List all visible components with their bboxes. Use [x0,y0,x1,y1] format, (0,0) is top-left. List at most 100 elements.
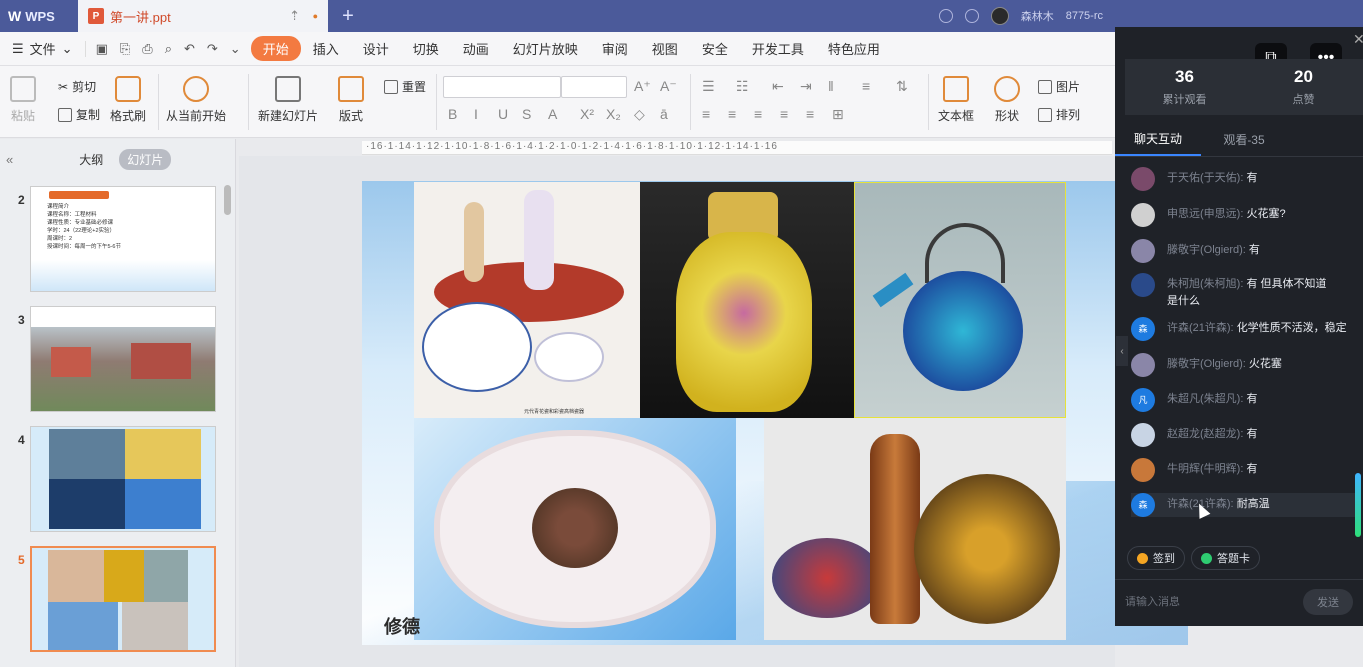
wps-home-tab[interactable]: W WPS [0,0,78,32]
layout-label: 版式 [338,109,363,123]
font-size-select[interactable] [561,76,627,98]
decrease-indent-icon[interactable]: ⇤ [772,78,784,95]
file-menu[interactable]: ☰ 文件 ⌄ [0,39,85,58]
tab-outline[interactable]: 大纲 [71,149,111,170]
slide-thumbnail-4[interactable] [30,426,216,532]
menu-tab-design[interactable]: 设计 [351,36,401,61]
menu-tab-view[interactable]: 视图 [640,36,690,61]
user-avatar[interactable] [990,7,1009,25]
print-preview-icon[interactable]: ⌕ [165,41,172,57]
slide-thumbnail-2[interactable]: 课程简介 课程名称：工程材料 课程性质：专业基础必修课 学时：24（22理论+2… [30,186,216,292]
new-slide-button[interactable]: 新建幻灯片 [258,76,318,124]
copy-label: 复制 [76,108,101,122]
layout-button[interactable]: 版式 [338,76,364,124]
columns-icon[interactable]: ‖ [828,78,834,94]
superscript-icon[interactable]: X² [580,106,594,122]
menu-tab-home[interactable]: 开始 [250,36,301,61]
align-text-icon[interactable]: ⊞ [832,106,844,123]
horizontal-ruler[interactable]: ·16·1·14·1·12·1·10·1·8·1·6·1·4·1·2·1·0·1… [362,141,1112,155]
align-left-icon[interactable]: ≡ [702,106,710,122]
strikethrough-icon[interactable]: S [522,106,531,122]
user-name[interactable]: 森林木 [1021,8,1054,24]
ppt-file-icon: P [88,8,104,24]
menu-tab-developer[interactable]: 开发工具 [740,36,816,61]
panel-collapse-handle[interactable]: ‹ [1116,336,1128,366]
save-icon[interactable]: ▣ [96,41,108,57]
arrange-button[interactable]: 排列 [1038,106,1080,123]
tab-viewers[interactable]: 观看-35 [1201,123,1287,156]
format-painter-button[interactable]: 格式刷 [110,76,146,124]
menu-tab-insert[interactable]: 插入 [301,36,351,61]
chat-scrollbar[interactable] [1355,473,1361,537]
message-text: 有 [1248,244,1260,256]
cut-button[interactable]: ✂ 剪切 [58,78,96,95]
thumb-title-strip [31,307,215,327]
avatar [1131,203,1155,227]
textbox-button[interactable]: 文本框 [938,76,974,124]
subscript-icon[interactable]: X₂ [606,106,621,122]
shape-button[interactable]: 形状 [994,76,1020,124]
reset-label: 重置 [402,80,427,94]
undo-icon[interactable]: ↶ [184,41,195,57]
reset-button[interactable]: 重置 [384,78,426,95]
export-icon[interactable]: ⎘ [120,41,130,57]
materials-image [49,479,125,529]
shirt-icon[interactable] [964,9,979,23]
print-icon[interactable]: ⎙ [142,41,152,57]
char-format-icon[interactable]: ā [660,106,668,122]
distribute-icon[interactable]: ≡ [806,106,814,122]
send-button[interactable]: 发送 [1303,588,1353,615]
document-tab[interactable]: P 第一讲.ppt ⇡ ● [78,0,328,32]
slides-scrollbar[interactable] [224,185,231,215]
shrink-font-icon[interactable]: A⁻ [660,78,677,95]
tab-chat[interactable]: 聊天互动 [1115,123,1201,156]
message-user: 申思远(申思远): [1167,208,1244,220]
copy-button[interactable]: 复制 [58,106,100,123]
bullets-icon[interactable]: ☰ [702,78,715,95]
chat-message: 森 许森(21许森): 耐高温 [1131,493,1361,517]
align-center-icon[interactable]: ≡ [728,106,736,122]
answer-card-button[interactable]: 答题卡 [1191,546,1260,570]
chat-input-row: 发送 [1115,579,1363,623]
italic-icon[interactable]: I [474,106,478,122]
stat-value: 36 [1175,67,1194,86]
menu-tab-slideshow[interactable]: 幻灯片放映 [501,36,590,61]
menu-tab-security[interactable]: 安全 [690,36,740,61]
increase-indent-icon[interactable]: ⇥ [800,78,812,95]
font-color-icon[interactable]: A [548,106,557,122]
menu-tab-animation[interactable]: 动画 [451,36,501,61]
chat-message: 朱柯旭(朱柯旭): 有 但具体不知道 是什么 [1131,273,1361,310]
grow-font-icon[interactable]: A⁺ [634,78,651,95]
menu-tab-transition[interactable]: 切换 [401,36,451,61]
menu-tab-features[interactable]: 特色应用 [816,36,892,61]
eraser-icon[interactable]: ◇ [634,106,645,123]
font-name-select[interactable] [443,76,561,98]
picture-button[interactable]: 图片 [1038,78,1080,95]
bold-icon[interactable]: B [448,106,457,122]
redo-icon[interactable]: ↷ [207,41,218,57]
close-icon[interactable]: ✕ [1353,31,1363,48]
pin-icon[interactable]: ⇡ [289,8,300,24]
slide-thumbnail-5[interactable] [30,546,216,652]
collapse-panel-icon[interactable]: « [6,152,13,167]
menu-tab-review[interactable]: 审阅 [590,36,640,61]
paste-button[interactable]: 粘贴 [10,76,36,124]
justify-icon[interactable]: ≡ [780,106,788,122]
skin-icon[interactable] [938,9,953,23]
numbering-icon[interactable]: ☷ [736,78,749,95]
align-right-icon[interactable]: ≡ [754,106,762,122]
campus-building [131,343,191,379]
checkin-button[interactable]: 签到 [1127,546,1185,570]
arrange-label: 排列 [1056,108,1081,122]
new-tab-button[interactable]: + [328,0,368,32]
slide-5[interactable]: 元代青花瓷和彩瓷高档瓷器 修德 [362,181,1188,645]
paste-label: 粘贴 [10,109,35,123]
slide-thumbnail-3[interactable] [30,306,216,412]
customize-icon[interactable]: ⌄ [230,41,241,57]
chat-input[interactable] [1125,595,1303,608]
underline-icon[interactable]: U [498,106,508,122]
play-from-current-button[interactable]: 从当前开始 [166,76,226,124]
text-direction-icon[interactable]: ⇅ [896,78,908,95]
line-spacing-icon[interactable]: ≡ [862,78,870,94]
tab-slides[interactable]: 幻灯片 [119,148,172,170]
